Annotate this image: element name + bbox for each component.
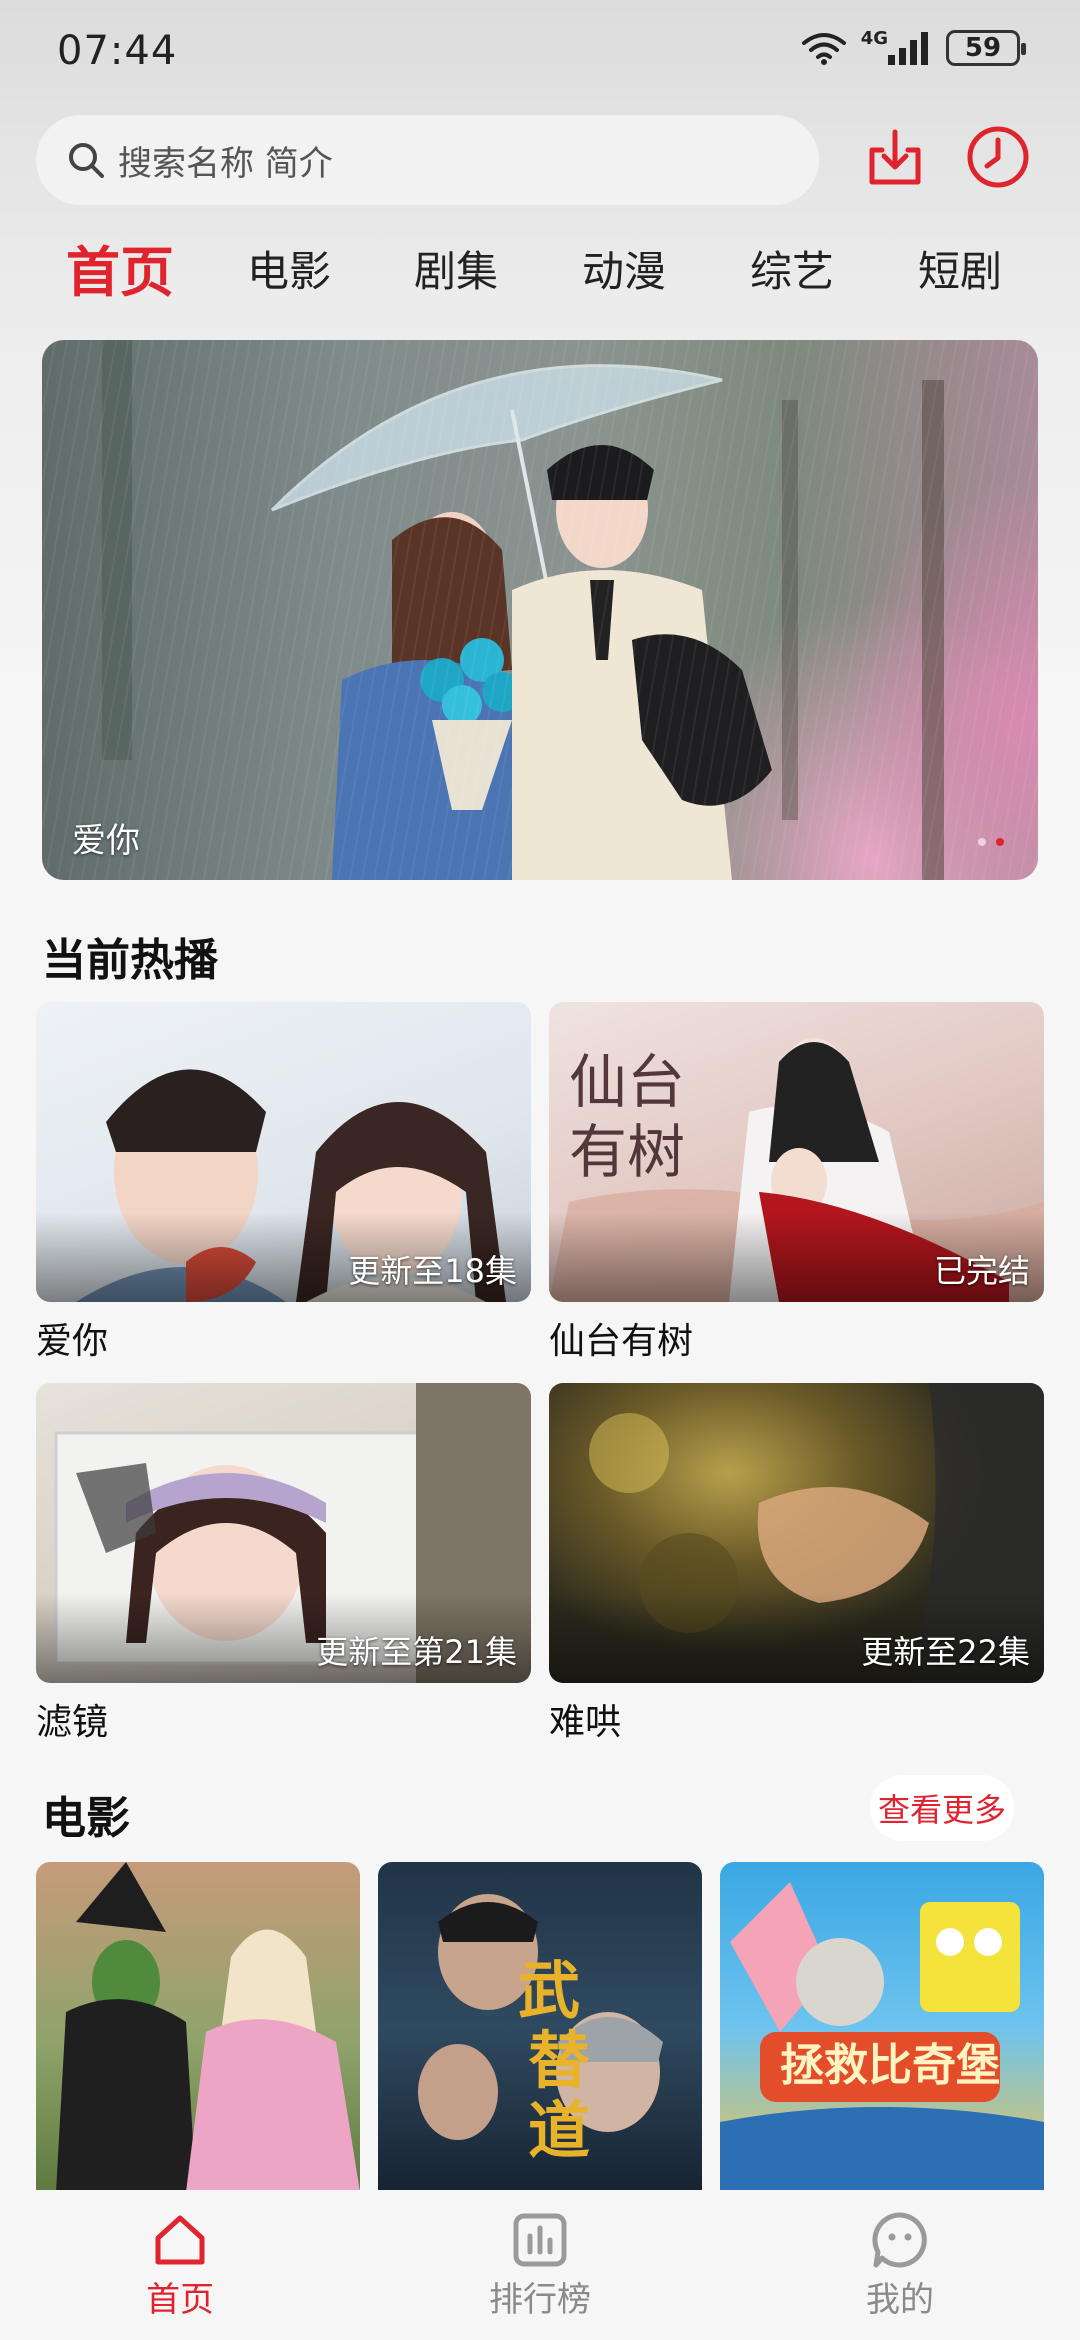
nav-label-home: 首页: [146, 2280, 214, 2320]
svg-text:拯救比奇堡: 拯救比奇堡: [780, 2040, 1000, 2091]
battery-indicator: 59: [946, 30, 1026, 66]
wifi-icon: [801, 33, 846, 65]
clock-icon: [967, 126, 1029, 188]
status-time: 07:44: [57, 28, 178, 74]
nav-item-profile[interactable]: 我的: [810, 2210, 990, 2321]
bottom-nav: 首页 排行榜 我的: [0, 2190, 1080, 2340]
tab-anime[interactable]: 动漫: [582, 238, 666, 299]
hot-card-thumbnail: 仙台 有树 已完结: [549, 1002, 1044, 1302]
hot-card[interactable]: 更新至第21集 滤镜: [36, 1383, 531, 1745]
poster-image: 武 替 道: [418, 1894, 663, 2167]
tab-variety[interactable]: 综艺: [750, 238, 834, 299]
download-icon: [869, 129, 921, 185]
section-title-movies: 电影: [42, 1793, 130, 1844]
hot-card-title: 仙台有树: [549, 1321, 694, 1362]
hot-card[interactable]: 仙台 有树 已完结 仙台有树: [549, 1002, 1044, 1364]
rain-overlay: [42, 340, 1038, 880]
status-icons: 4G 59: [801, 27, 1026, 66]
nav-label-profile: 我的: [866, 2280, 934, 2320]
battery-level: 59: [964, 33, 1002, 63]
smile-icon: [872, 2212, 927, 2268]
tab-home[interactable]: 首页: [66, 228, 174, 307]
nav-item-ranking[interactable]: 排行榜: [450, 2210, 630, 2321]
poster-image: [56, 1862, 360, 2192]
svg-text:道: 道: [528, 2094, 590, 2167]
network-type: 4G: [860, 27, 888, 49]
svg-text:仙台: 仙台: [569, 1048, 685, 1116]
history-button[interactable]: [965, 124, 1031, 190]
movie-poster[interactable]: 武 替 道: [378, 1862, 702, 2192]
tab-movies[interactable]: 电影: [247, 238, 331, 299]
search-placeholder: 搜索名称 简介: [118, 143, 333, 184]
episode-badge: 更新至22集: [861, 1633, 1030, 1671]
hot-card[interactable]: 更新至22集 难哄: [549, 1383, 1044, 1745]
banner-title: 爱你: [72, 821, 140, 861]
section-title-hot: 当前热播: [42, 935, 218, 986]
svg-text:有树: 有树: [569, 1118, 685, 1186]
hot-card-thumbnail: 更新至22集: [549, 1383, 1044, 1683]
nav-item-home[interactable]: 首页: [90, 2210, 270, 2321]
category-tabs: 首页 电影 剧集 动漫 综艺 短剧: [0, 228, 1080, 308]
home-icon: [155, 2215, 205, 2265]
hot-card-title: 滤镜: [36, 1702, 109, 1743]
status-bar: 07:44 4G 59: [0, 0, 1080, 105]
hot-card[interactable]: 更新至18集 爱你: [36, 1002, 531, 1364]
nav-label-ranking: 排行榜: [489, 2280, 591, 2320]
movie-poster[interactable]: 拯救比奇堡: [720, 1862, 1044, 2192]
episode-badge: 更新至第21集: [316, 1633, 517, 1671]
svg-text:武: 武: [518, 1954, 580, 2027]
download-button[interactable]: [862, 124, 928, 190]
view-more-button[interactable]: 查看更多: [870, 1775, 1014, 1841]
search-icon: [69, 143, 104, 178]
poster-image: 拯救比奇堡: [720, 1882, 1044, 2192]
hot-card-title: 难哄: [549, 1702, 622, 1743]
banner-dot-active: [996, 838, 1004, 846]
banner-pagination: [978, 838, 1004, 846]
svg-text:替: 替: [528, 2024, 590, 2097]
chart-icon: [513, 2213, 567, 2267]
featured-banner[interactable]: 爱你: [42, 340, 1038, 880]
signal-icon: [888, 32, 928, 65]
hot-card-thumbnail: 更新至18集: [36, 1002, 531, 1302]
movie-poster[interactable]: [36, 1862, 360, 2192]
hot-card-thumbnail: 更新至第21集: [36, 1383, 531, 1683]
banner-dot: [978, 838, 986, 846]
search-input[interactable]: 搜索名称 简介: [36, 115, 819, 205]
tab-series[interactable]: 剧集: [414, 238, 498, 299]
tab-short-drama[interactable]: 短剧: [918, 238, 1002, 299]
episode-badge: 更新至18集: [348, 1252, 517, 1290]
hot-card-title: 爱你: [36, 1321, 109, 1362]
episode-badge: 已完结: [933, 1252, 1030, 1290]
